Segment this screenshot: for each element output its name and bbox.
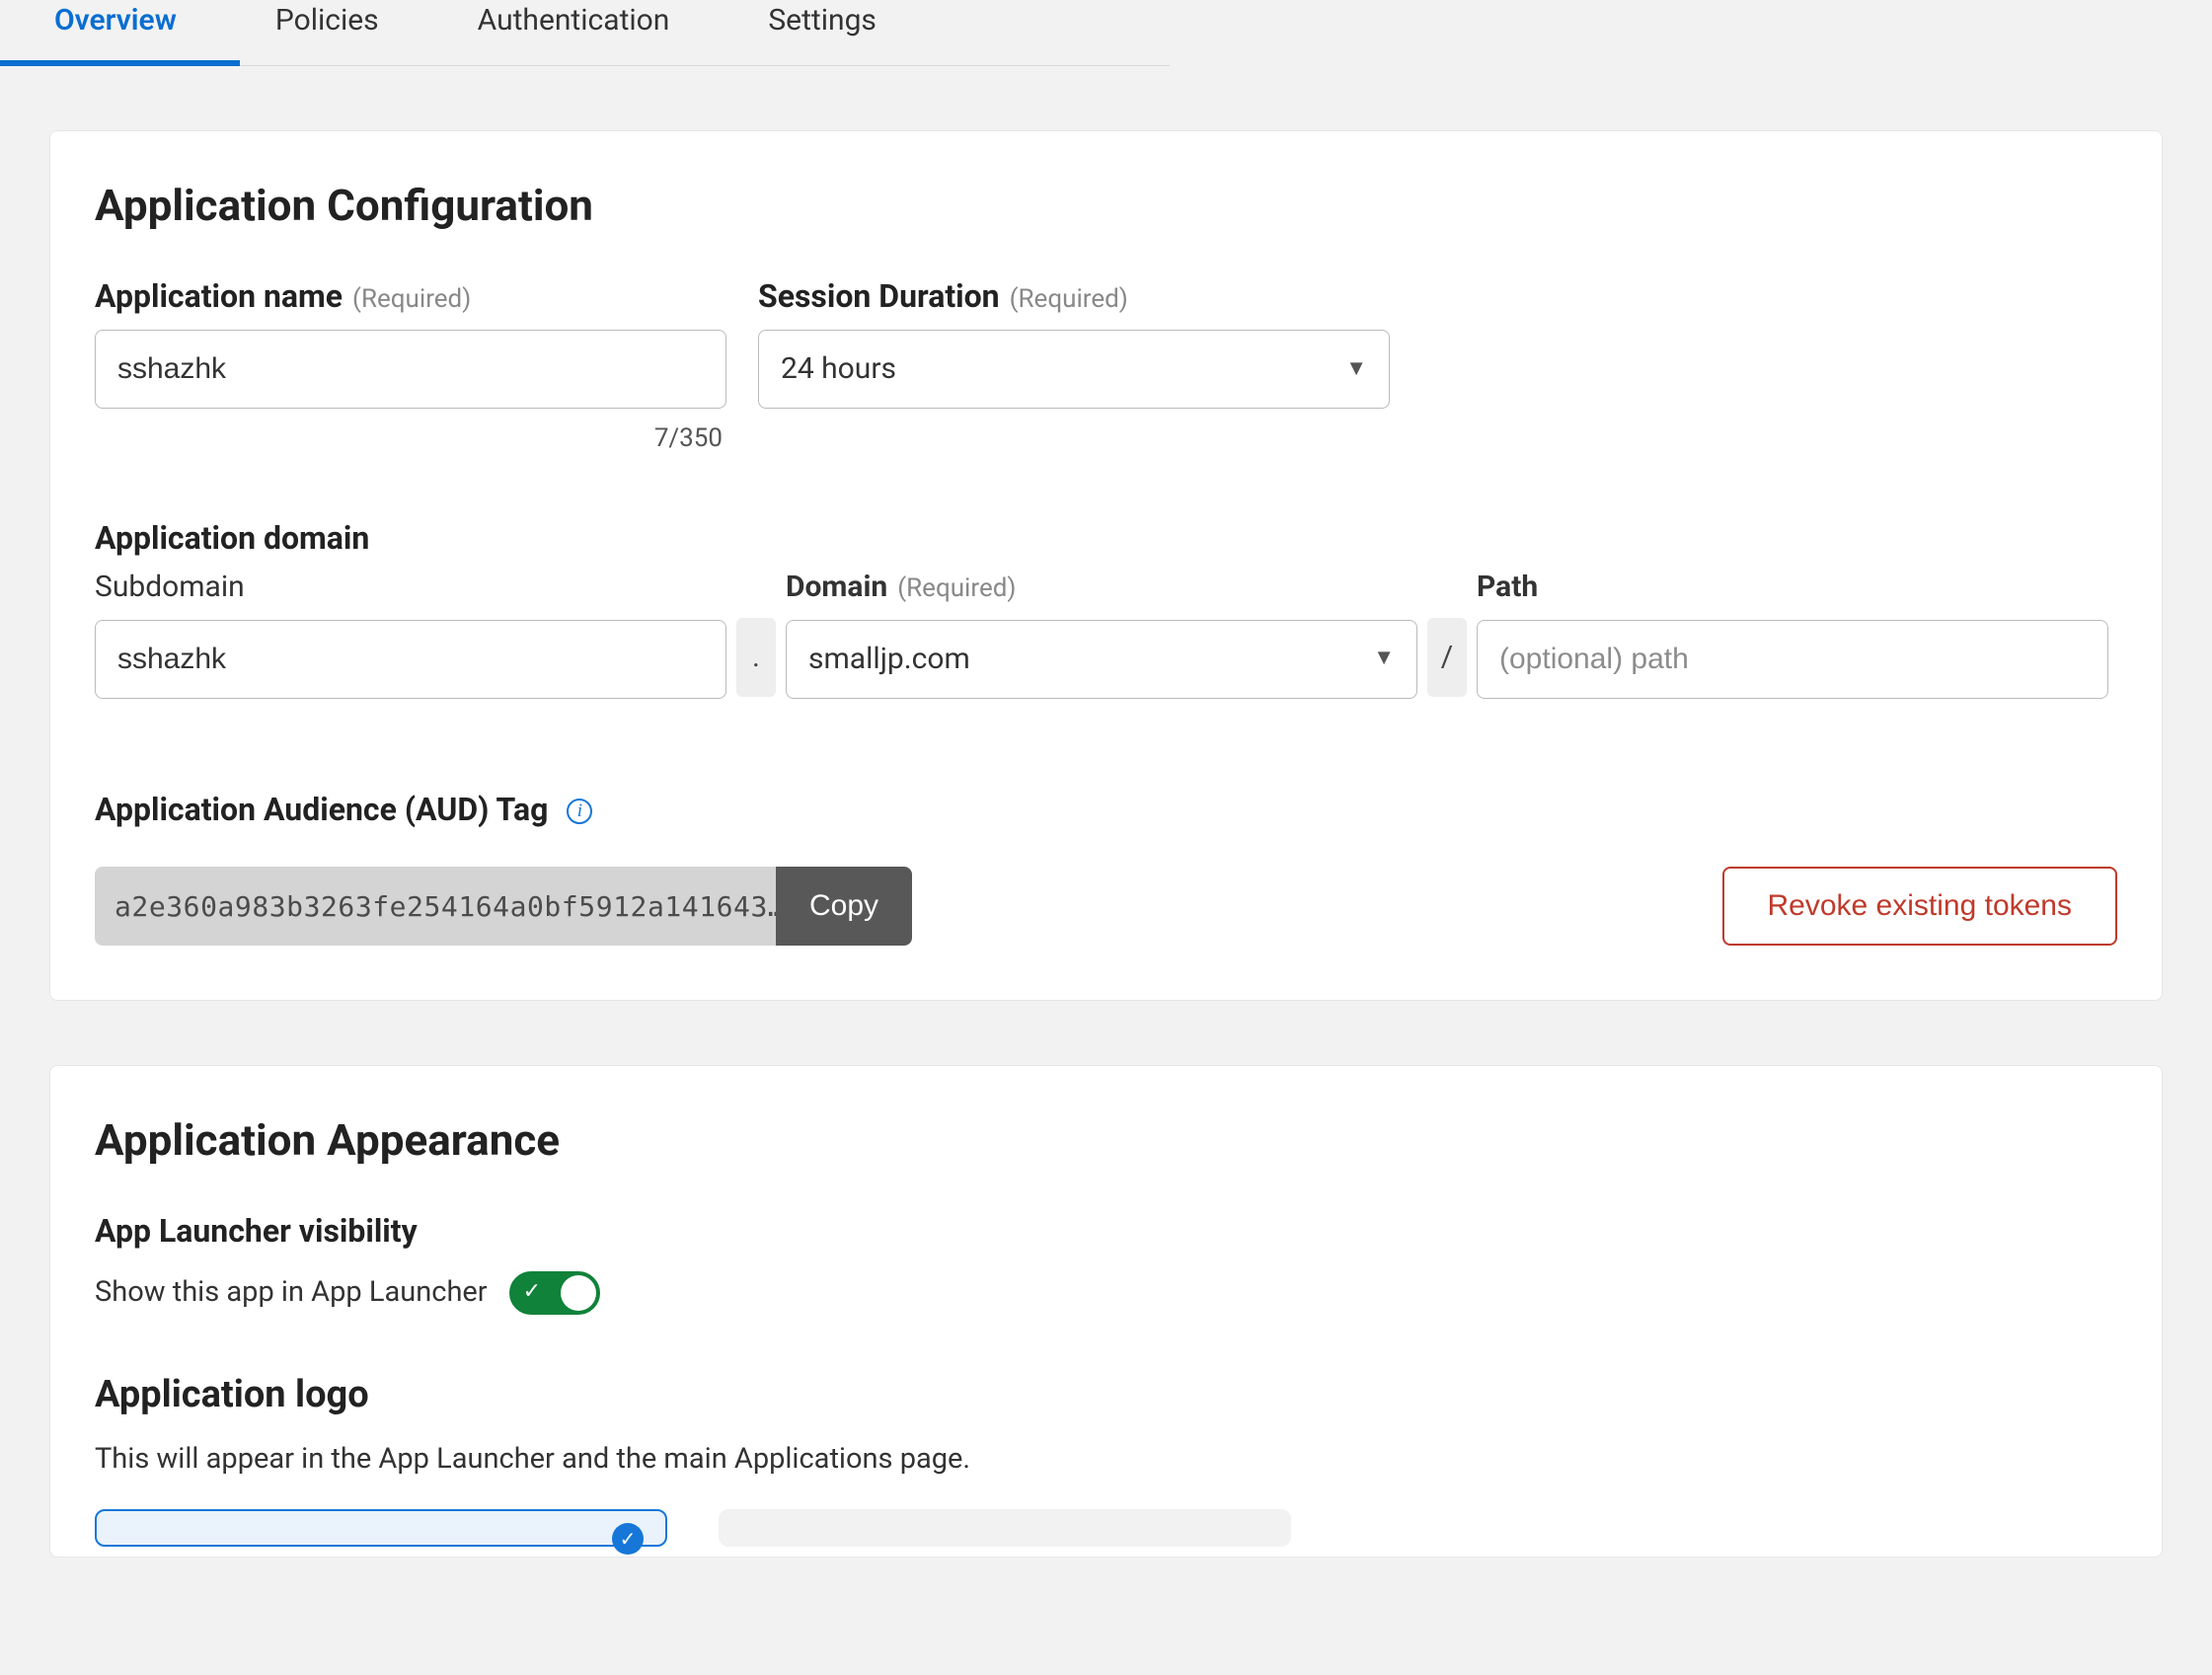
copy-button[interactable]: Copy — [776, 867, 912, 946]
domain-value: smalljp.com — [808, 639, 970, 680]
app-launcher-toggle-label: Show this app in App Launcher — [95, 1272, 488, 1313]
tab-overview[interactable]: Overview — [54, 0, 177, 65]
application-logo-description: This will appear in the App Launcher and… — [95, 1439, 2117, 1480]
tab-policies[interactable]: Policies — [275, 0, 379, 65]
session-duration-label: Session Duration — [758, 274, 1000, 319]
application-name-label: Application name — [95, 274, 343, 319]
caret-down-icon: ▼ — [1345, 354, 1367, 385]
path-input[interactable] — [1477, 620, 2108, 699]
check-icon: ✓ — [523, 1277, 541, 1308]
application-logo-heading: Application logo — [95, 1369, 2117, 1421]
app-launcher-visibility-label: App Launcher visibility — [95, 1209, 2117, 1254]
application-domain-label: Application domain — [95, 516, 2117, 561]
application-configuration-heading: Application Configuration — [95, 176, 2117, 237]
separator-dot: . — [736, 618, 776, 697]
app-launcher-toggle[interactable]: ✓ — [509, 1271, 600, 1315]
session-duration-required: (Required) — [1010, 281, 1128, 317]
tab-authentication[interactable]: Authentication — [478, 0, 670, 65]
session-duration-select[interactable]: 24 hours ▼ — [758, 330, 1390, 409]
subdomain-label: Subdomain — [95, 567, 245, 608]
tabs-bar: Overview Policies Authentication Setting… — [0, 0, 1170, 66]
application-appearance-card: Application Appearance App Launcher visi… — [49, 1065, 2163, 1557]
subdomain-input[interactable] — [95, 620, 726, 699]
logo-option-default[interactable]: ✓ — [95, 1509, 667, 1547]
application-appearance-heading: Application Appearance — [95, 1110, 2117, 1172]
aud-tag-label: Application Audience (AUD) Tag — [95, 788, 548, 832]
application-name-input[interactable] — [95, 330, 726, 409]
application-name-required: (Required) — [352, 281, 471, 317]
domain-required: (Required) — [897, 571, 1016, 606]
application-configuration-card: Application Configuration Application na… — [49, 130, 2163, 1001]
path-label: Path — [1477, 567, 1538, 608]
domain-label: Domain — [786, 567, 887, 608]
application-name-char-count: 7/350 — [95, 420, 726, 456]
caret-down-icon: ▼ — [1373, 644, 1395, 674]
revoke-tokens-button[interactable]: Revoke existing tokens — [1722, 867, 2118, 946]
check-badge-icon: ✓ — [612, 1523, 644, 1555]
aud-tag-value: a2e360a983b3263fe254164a0bf5912a141643… — [95, 867, 776, 946]
toggle-knob — [561, 1275, 596, 1311]
info-icon[interactable]: i — [567, 799, 592, 824]
separator-slash: / — [1427, 618, 1467, 697]
tab-settings[interactable]: Settings — [768, 0, 877, 65]
logo-option-custom[interactable] — [719, 1509, 1291, 1547]
domain-select[interactable]: smalljp.com ▼ — [786, 620, 1417, 699]
session-duration-value: 24 hours — [781, 348, 896, 390]
